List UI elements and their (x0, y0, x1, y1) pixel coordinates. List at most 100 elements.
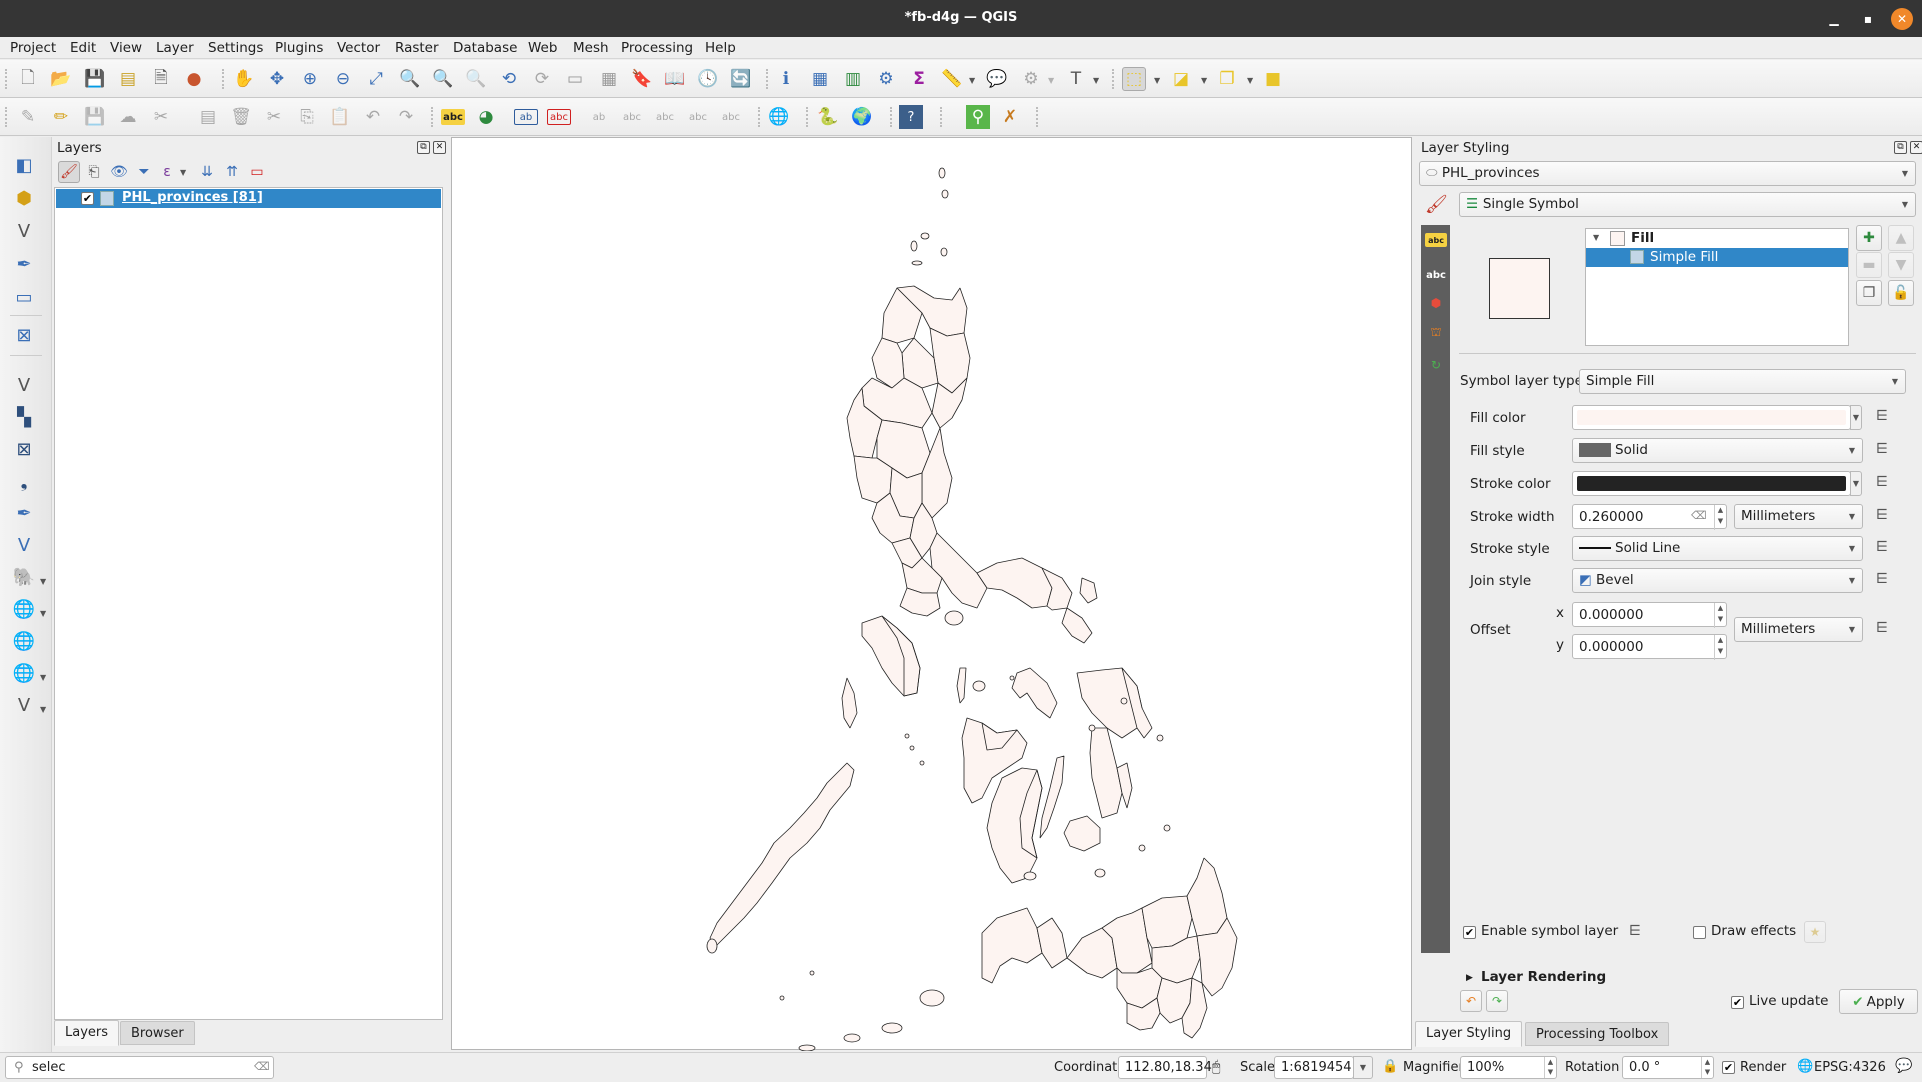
minimize-icon[interactable]: ▁ (1823, 8, 1845, 30)
move-down-button[interactable]: ▼ (1888, 252, 1914, 278)
pin-unpin-labels-icon[interactable]: abc (547, 109, 571, 125)
messages-icon[interactable]: 💬 (1895, 1058, 1912, 1074)
pan-to-selection-icon[interactable]: ✥ (265, 67, 289, 91)
redo-style-button[interactable]: ↷ (1486, 990, 1508, 1012)
pan-icon[interactable]: ✋ (232, 67, 256, 91)
show-bookmarks-icon[interactable]: 📖 (663, 67, 687, 91)
new-temporary-scratch-layer-icon[interactable]: ✒ (10, 250, 38, 278)
join-style-combo[interactable]: ◩ Bevel ▼ (1572, 568, 1863, 593)
save-layer-edits-icon[interactable]: 💾 (83, 105, 107, 129)
zoom-last-icon[interactable]: ⟲ (497, 67, 521, 91)
rotation-spinner[interactable]: ▲ ▼ (1701, 1057, 1713, 1078)
toolbar-grip[interactable] (766, 69, 769, 89)
chevron-down-icon[interactable]: ▼ (1154, 76, 1160, 85)
add-delimited-text-layer-icon[interactable]: ❟ (10, 467, 38, 495)
menu-web[interactable]: Web (528, 40, 557, 56)
toolbar-grip[interactable] (431, 107, 434, 127)
new-bookmark-icon[interactable]: 🔖 (630, 67, 654, 91)
chevron-down-icon[interactable]: ▼ (40, 673, 46, 682)
metasearch-icon[interactable]: 🌐 (767, 105, 791, 129)
locator-search-input[interactable]: ⚲ selec ⌫ (5, 1056, 274, 1079)
add-mesh-layer-icon[interactable]: ⊠ (10, 435, 38, 463)
redo-icon[interactable]: ↷ (394, 105, 418, 129)
fill-color-dropdown[interactable]: ▼ (1850, 405, 1862, 430)
temporal-controller-icon[interactable]: 🕓 (696, 67, 720, 91)
apply-button[interactable]: ✔ Apply (1839, 989, 1918, 1014)
deselect-features-icon[interactable]: ❐ (1215, 67, 1239, 91)
change-label-icon[interactable]: abc (686, 105, 710, 129)
remove-symbol-layer-button[interactable]: ▬ (1856, 252, 1882, 278)
data-defined-override-icon[interactable]: ⋿ (1871, 474, 1893, 492)
chevron-down-icon[interactable]: ▼ (40, 705, 46, 714)
data-defined-override-icon[interactable]: ⋿ (1871, 441, 1893, 459)
tab-browser[interactable]: Browser (120, 1021, 195, 1045)
tab-processing-toolbox[interactable]: Processing Toolbox (1525, 1022, 1670, 1046)
move-label-icon[interactable]: abc (620, 105, 644, 129)
enable-symbol-layer-checkbox[interactable]: ✔ (1463, 926, 1476, 939)
offset-y-input[interactable]: 0.000000 ▲ ▼ (1572, 634, 1727, 660)
refresh-icon[interactable]: 🔄 (729, 67, 753, 91)
modify-attributes-icon[interactable]: ▤ (196, 105, 220, 129)
chevron-down-icon[interactable]: ▼ (180, 168, 186, 177)
tab-layers[interactable]: Layers (54, 1020, 120, 1046)
toolbar-grip[interactable] (1112, 69, 1115, 89)
paste-features-icon[interactable]: 📋 (328, 105, 352, 129)
fill-color-button[interactable] (1572, 405, 1851, 430)
chevron-down-icon[interactable]: ▼ (40, 577, 46, 586)
3d-view-tab-icon[interactable]: ⬢ (1424, 291, 1448, 315)
python-console-icon[interactable]: 🐍 (816, 105, 840, 129)
save-project-icon[interactable]: 💾 (83, 67, 107, 91)
layer-row[interactable]: ✔ PHL_provinces [81] (56, 189, 441, 208)
new-geopackage-layer-icon[interactable]: ⬢ (10, 184, 38, 212)
clear-icon[interactable]: ⌫ (254, 1060, 270, 1073)
zoom-native-icon[interactable]: 🔍 (464, 67, 488, 91)
effects-star-icon[interactable]: ★ (1804, 921, 1826, 943)
move-up-button[interactable]: ▲ (1888, 225, 1914, 251)
fill-style-combo[interactable]: Solid ▼ (1572, 438, 1863, 463)
select-features-icon[interactable]: ⬚ (1122, 67, 1146, 91)
new-spatialite-layer-icon[interactable]: ⊠ (10, 321, 38, 349)
chevron-down-icon[interactable]: ▼ (1093, 76, 1099, 85)
rotation-input[interactable]: 0.0 ° ▲ ▼ (1622, 1056, 1714, 1079)
menu-database[interactable]: Database (453, 40, 517, 56)
show-hide-labels-icon[interactable]: ab (587, 105, 611, 129)
open-project-icon[interactable]: 📂 (49, 67, 73, 91)
offset-x-input[interactable]: 0.000000 ▲ ▼ (1572, 602, 1727, 628)
add-wcs-layer-icon[interactable]: 🌐 (10, 627, 38, 655)
manage-visibility-icon[interactable]: 👁 (108, 161, 130, 183)
symbol-root[interactable]: Fill (1631, 230, 1654, 246)
open-layer-styling-icon[interactable]: 🖌 (58, 161, 80, 183)
menu-vector[interactable]: Vector (337, 40, 380, 56)
identify-features-icon[interactable]: ℹ (774, 67, 798, 91)
history-tab-icon[interactable]: ↻ (1424, 353, 1448, 377)
data-defined-override-icon[interactable]: ⋿ (1871, 620, 1893, 638)
digitize-icon[interactable]: ☁ (116, 105, 140, 129)
draw-effects-checkbox[interactable] (1693, 926, 1706, 939)
toolbar-grip[interactable] (758, 107, 761, 127)
add-wms-layer-icon[interactable]: 🌐 (10, 595, 38, 623)
crs-button[interactable]: EPSG:4326 (1814, 1060, 1886, 1075)
label-properties-icon[interactable]: abc (719, 105, 743, 129)
undo-style-button[interactable]: ↶ (1460, 990, 1482, 1012)
coordinate-input[interactable]: 112.80,18.34 (1118, 1056, 1212, 1079)
chevron-down-icon[interactable]: ▼ (969, 76, 975, 85)
live-update-checkbox[interactable]: ✔ (1731, 996, 1744, 1009)
symbology-tab-icon[interactable]: 🖌 (1425, 194, 1451, 220)
map-canvas[interactable] (451, 137, 1412, 1051)
data-defined-override-icon[interactable]: ⋿ (1871, 507, 1893, 525)
menu-help[interactable]: Help (705, 40, 736, 56)
data-source-manager-icon[interactable]: ◧ (10, 151, 38, 179)
stroke-width-unit-combo[interactable]: Millimeters ▼ (1734, 504, 1863, 529)
close-icon[interactable]: ✕ (1891, 8, 1913, 30)
float-panel-icon[interactable]: ⧉ (1894, 141, 1907, 154)
style-manager-icon[interactable]: ● (182, 67, 206, 91)
lock-color-button[interactable]: 🔓 (1888, 280, 1914, 306)
zoom-to-layer-icon[interactable]: 🔍 (431, 67, 455, 91)
undo-icon[interactable]: ↶ (361, 105, 385, 129)
offset-x-spinner[interactable]: ▲ ▼ (1714, 603, 1726, 628)
new-shapefile-layer-icon[interactable]: V (10, 217, 38, 245)
open-attribute-table-icon[interactable]: ▦ (808, 67, 832, 91)
highlight-pinned-labels-icon[interactable]: ab (514, 109, 538, 125)
layer-rendering-label[interactable]: Layer Rendering (1481, 969, 1606, 985)
layout-manager-icon[interactable]: 🗎 (149, 67, 173, 91)
